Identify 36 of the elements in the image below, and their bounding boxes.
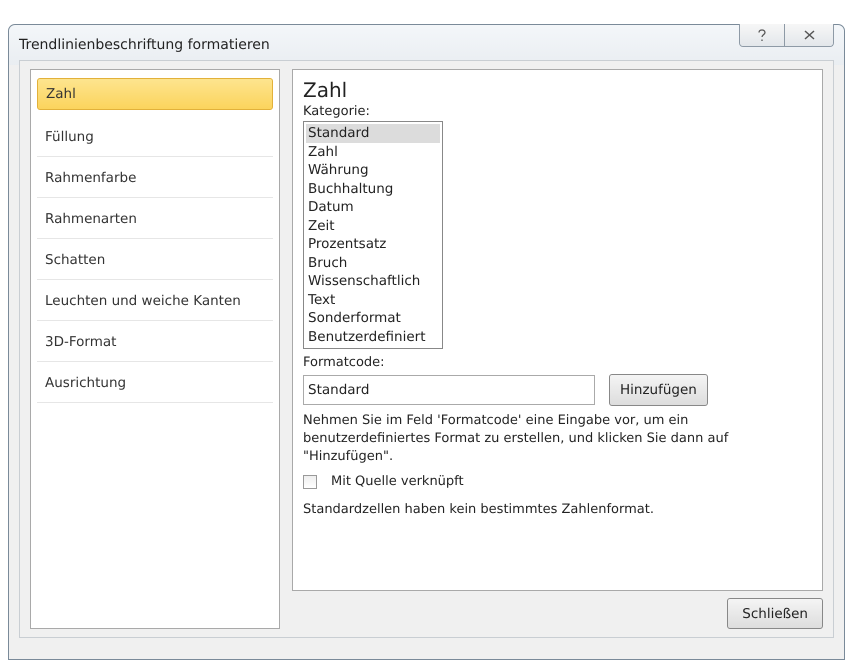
category-item[interactable]: Sonderformat (306, 309, 440, 328)
close-dialog-button[interactable]: Schließen (727, 598, 823, 629)
format-code-field[interactable]: Standard (303, 375, 595, 405)
category-list[interactable]: Standard Zahl Währung Buchhaltung Datum Zeit Prozentsatz Bruch Wissenschaftlich Text Sonderformat Benutzerdefiniert (303, 121, 443, 349)
sidebar-item[interactable]: Leuchten und weiche Kanten (37, 282, 273, 321)
close-icon (804, 30, 814, 40)
window-title: Trendlinienbeschriftung formatieren (19, 37, 271, 53)
sidebar-item[interactable]: Ausrichtung (37, 364, 273, 403)
sidebar-item[interactable]: Füllung (37, 118, 273, 157)
close-button[interactable] (784, 24, 833, 46)
sidebar-item[interactable]: Schatten (37, 241, 273, 280)
add-button[interactable]: Hinzufügen (609, 374, 708, 406)
sidebar-item[interactable]: Rahmenfarbe (37, 159, 273, 198)
category-item[interactable]: Wissenschaftlich (306, 272, 440, 290)
category-item[interactable]: Zahl (306, 142, 440, 161)
category-item[interactable]: Datum (306, 198, 440, 216)
hint-text: Nehmen Sie im Feld 'Formatcode' eine Eingabe vor, um ein benutzerdefiniertes Format zu erstellen, und klicken Sie dann auf "Hinzufügen". (303, 412, 730, 466)
category-item[interactable]: Text (306, 290, 440, 309)
category-item[interactable]: Währung (306, 161, 440, 180)
category-item[interactable]: Standard (306, 124, 440, 142)
category-item[interactable]: Bruch (306, 254, 440, 272)
format-code-label: Formatcode: (303, 355, 385, 370)
panel-heading: Zahl (303, 78, 348, 102)
sidebar-item[interactable]: Rahmenarten (37, 200, 273, 239)
question-mark-icon (758, 28, 766, 42)
sidebar-item[interactable]: 3D-Format (37, 323, 273, 362)
sidebar-item[interactable]: Zahl (37, 78, 273, 110)
category-item[interactable]: Zeit (306, 216, 440, 235)
help-button[interactable] (740, 24, 784, 46)
description-text: Standardzellen haben kein bestimmtes Zahlenformat. (303, 501, 655, 519)
category-item[interactable]: Benutzerdefiniert (306, 328, 440, 346)
category-label: Kategorie: (303, 104, 370, 119)
checkbox[interactable] (303, 474, 317, 488)
checkbox-label[interactable]: Mit Quelle verknüpft (331, 474, 464, 489)
category-item[interactable]: Buchhaltung (306, 180, 440, 198)
category-item[interactable]: Prozentsatz (306, 235, 440, 254)
